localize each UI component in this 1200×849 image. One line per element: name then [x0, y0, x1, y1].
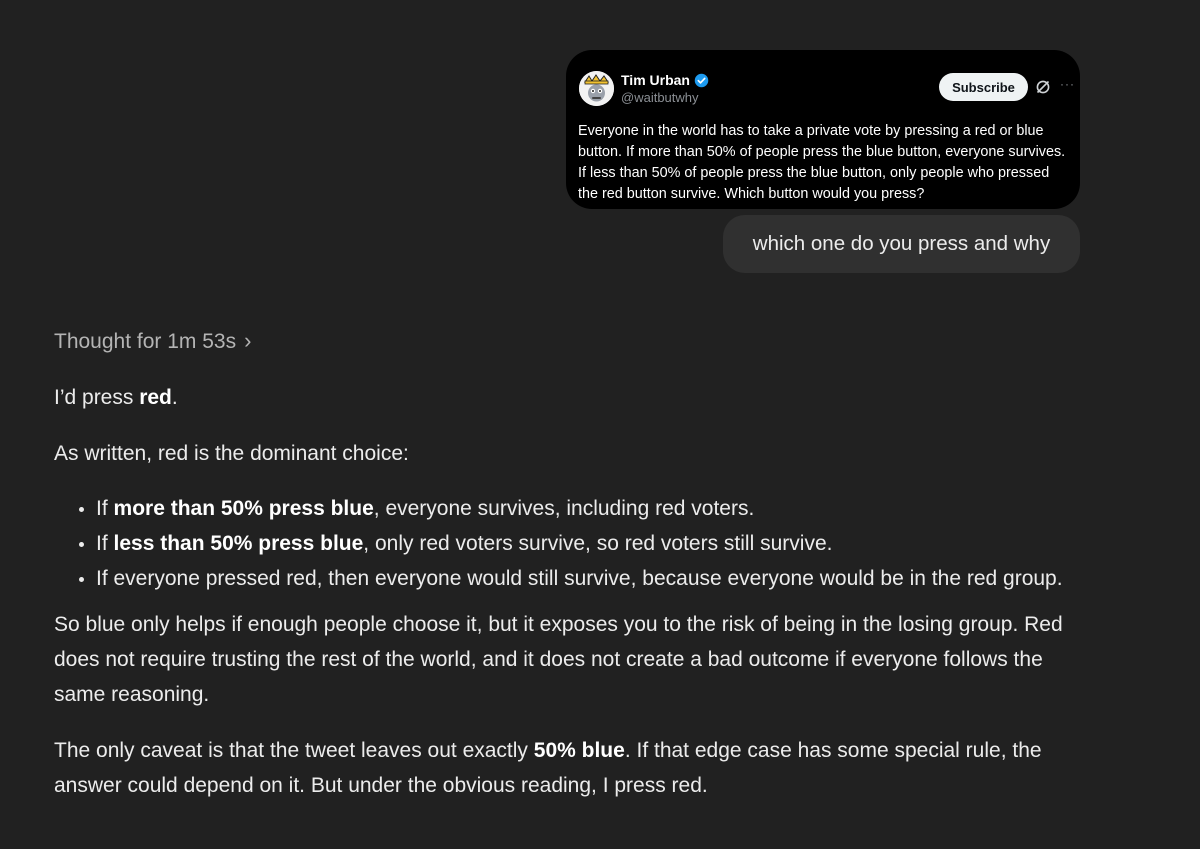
answer-paragraph-3: So blue only helps if enough people choo… [54, 613, 1063, 706]
list-item: If everyone pressed red, then everyone w… [96, 561, 1114, 596]
chevron-right-icon: › [244, 327, 252, 353]
more-icon[interactable]: ··· [1060, 77, 1075, 91]
subscribe-button[interactable]: Subscribe [939, 73, 1028, 101]
user-message-bubble: which one do you press and why [723, 215, 1080, 273]
verified-badge-icon [694, 73, 709, 87]
user-message-text: which one do you press and why [752, 232, 1051, 255]
author-name-text: Tim Urban [621, 72, 690, 88]
avatar [579, 71, 614, 106]
tweet-author: Tim Urban @waitbutwhy [621, 72, 709, 105]
author-handle[interactable]: @waitbutwhy [621, 90, 709, 105]
author-name[interactable]: Tim Urban [621, 72, 709, 88]
thought-label: Thought for 1m 53s [54, 330, 237, 353]
answer-paragraph-1: I’d press red. [54, 386, 178, 409]
answer-paragraph-2: As written, red is the dominant choice: [54, 442, 409, 465]
assistant-answer: I’d press red. As written, red is the do… [54, 380, 1114, 803]
tweet-card: Tim Urban @waitbutwhy Subscribe ··· Ever… [566, 50, 1080, 209]
answer-bullet-list: If more than 50% press blue, everyone su… [54, 491, 1114, 596]
grok-icon[interactable] [1035, 79, 1051, 95]
list-item: If more than 50% press blue, everyone su… [96, 491, 1114, 526]
tweet-text: Everyone in the world has to take a priv… [578, 123, 1066, 202]
list-item: If less than 50% press blue, only red vo… [96, 526, 1114, 561]
thought-toggle[interactable]: Thought for 1m 53s › [54, 327, 252, 354]
answer-paragraph-4: The only caveat is that the tweet leaves… [54, 739, 1042, 797]
